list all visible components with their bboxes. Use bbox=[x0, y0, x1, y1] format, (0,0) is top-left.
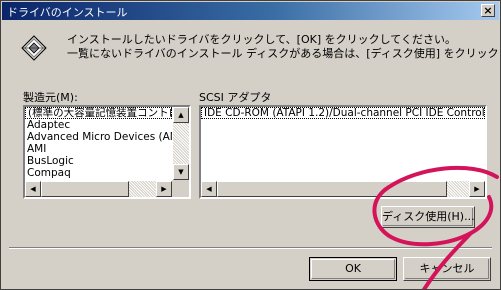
manufacturer-listbox[interactable]: (標準の大容量記憶装置コントロ Adaptec Advanced Micro Dev… bbox=[23, 105, 191, 199]
manufacturer-label: 製造元(M): bbox=[23, 91, 78, 104]
close-icon: × bbox=[483, 4, 493, 17]
arrow-left-icon: ◀ bbox=[206, 185, 212, 193]
arrow-down-icon: ▼ bbox=[178, 168, 184, 176]
list-item[interactable]: IDE CD-ROM (ATAPI 1.2)/Dual-channel PCI … bbox=[201, 107, 485, 119]
list-item[interactable]: Adaptec bbox=[25, 119, 172, 131]
cancel-button[interactable]: キャンセル bbox=[403, 257, 491, 281]
have-disk-button[interactable]: ディスク使用(H)... bbox=[381, 206, 475, 228]
adapter-label: SCSI アダプタ bbox=[199, 91, 272, 104]
adapter-list: IDE CD-ROM (ATAPI 1.2)/Dual-channel PCI … bbox=[201, 107, 485, 180]
ok-button[interactable]: OK bbox=[309, 257, 397, 281]
scroll-down-button[interactable]: ▼ bbox=[173, 164, 189, 180]
window-title: ドライバのインストール bbox=[7, 6, 128, 19]
scroll-up-button[interactable]: ▲ bbox=[173, 107, 189, 123]
manufacturer-horizontal-scrollbar[interactable]: ◀ ▶ bbox=[25, 181, 172, 197]
separator bbox=[9, 247, 492, 249]
ok-label: OK bbox=[345, 262, 361, 275]
title-bar[interactable]: ドライバのインストール × bbox=[2, 2, 499, 20]
manufacturer-list: (標準の大容量記憶装置コントロ Adaptec Advanced Micro Dev… bbox=[25, 107, 172, 180]
list-item[interactable]: Advanced Micro Devices (AM bbox=[25, 131, 172, 143]
scroll-right-button[interactable]: ▶ bbox=[156, 181, 172, 197]
adapter-listbox[interactable]: IDE CD-ROM (ATAPI 1.2)/Dual-channel PCI … bbox=[199, 105, 487, 199]
manufacturer-vertical-scrollbar[interactable]: ▲ ▼ bbox=[173, 107, 189, 180]
close-button[interactable]: × bbox=[481, 4, 495, 17]
list-item[interactable]: Compaq bbox=[25, 167, 172, 179]
scroll-left-button[interactable]: ◀ bbox=[25, 181, 41, 197]
cancel-label: キャンセル bbox=[419, 262, 475, 275]
have-disk-label: ディスク使用(H)... bbox=[382, 210, 475, 223]
adapter-horizontal-scrollbar[interactable]: ◀ ▶ bbox=[201, 181, 485, 197]
scrollbar-corner bbox=[172, 180, 189, 197]
horizontal-scroll-thumb[interactable] bbox=[41, 181, 129, 197]
list-item[interactable]: (標準の大容量記憶装置コントロ bbox=[25, 107, 172, 119]
arrow-right-icon: ▶ bbox=[474, 185, 480, 193]
horizontal-scroll-thumb[interactable] bbox=[217, 181, 447, 197]
list-item[interactable]: BusLogic bbox=[25, 155, 172, 167]
arrow-left-icon: ◀ bbox=[30, 185, 36, 193]
driver-install-dialog: ドライバのインストール × インストールしたいドライバをクリックして、[OK] … bbox=[0, 0, 501, 290]
list-item[interactable]: AMI bbox=[25, 143, 172, 155]
instruction-line-2: 一覧にないドライバのインストール ディスクがある場合は、[ディスク使用] をクリ… bbox=[67, 47, 500, 60]
arrow-up-icon: ▲ bbox=[178, 111, 184, 119]
install-wizard-icon bbox=[21, 35, 47, 61]
scroll-left-button[interactable]: ◀ bbox=[201, 181, 217, 197]
scroll-right-button[interactable]: ▶ bbox=[469, 181, 485, 197]
arrow-right-icon: ▶ bbox=[161, 185, 167, 193]
